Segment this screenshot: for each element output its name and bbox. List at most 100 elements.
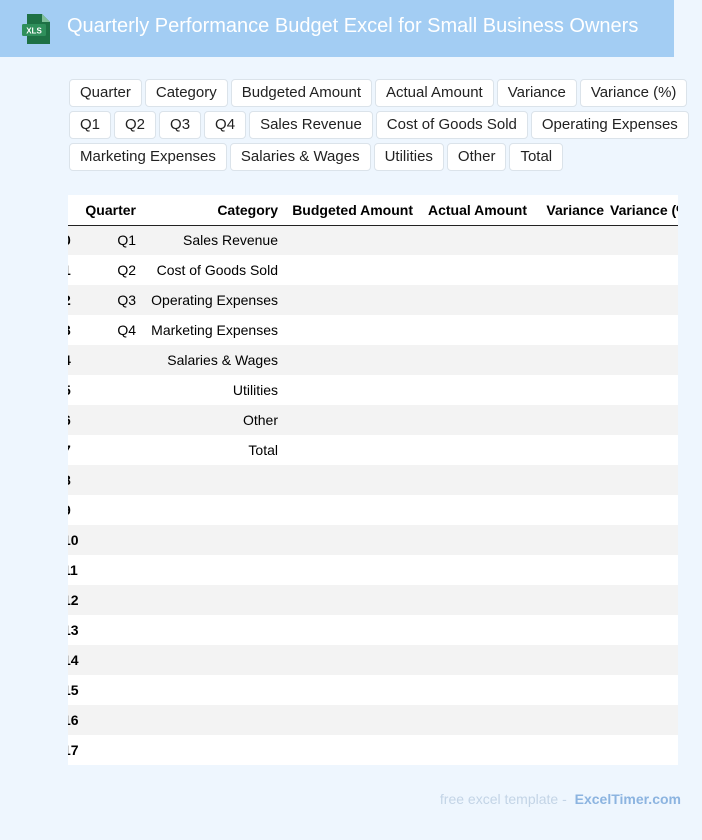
tag-q3[interactable]: Q3 <box>159 111 202 139</box>
table-cell <box>142 645 284 675</box>
tag-salaries-wages[interactable]: Salaries & Wages <box>229 143 371 171</box>
logo-text: XLS <box>26 27 42 36</box>
table-cell <box>610 495 678 525</box>
table-cell <box>80 345 142 375</box>
row-index: 10 <box>68 532 79 548</box>
table-row: 4 Salaries & Wages <box>68 345 678 375</box>
table-cell: Cost of Goods Sold <box>142 255 284 285</box>
table-cell <box>610 255 678 285</box>
table-row: 6 Other <box>68 405 678 435</box>
table-cell <box>419 315 533 345</box>
table-cell <box>284 255 419 285</box>
tag-other[interactable]: Other <box>446 143 507 171</box>
table-cell <box>610 645 678 675</box>
tag-budgeted-amount[interactable]: Budgeted Amount <box>230 79 372 107</box>
table-cell <box>284 615 419 645</box>
table-cell <box>610 705 678 735</box>
table-cell <box>142 465 284 495</box>
row-index: 17 <box>68 742 79 758</box>
table-cell <box>533 285 610 315</box>
table-cell: Total <box>142 435 284 465</box>
table-row: 15 <box>68 675 678 705</box>
table-cell <box>533 465 610 495</box>
row-index: 11 <box>68 562 78 578</box>
table-cell <box>533 405 610 435</box>
column-header-actual-amount: Actual Amount <box>419 195 533 226</box>
table-cell <box>533 345 610 375</box>
table-cell <box>142 735 284 765</box>
tag-marketing-expenses[interactable]: Marketing Expenses <box>69 143 227 171</box>
tag-cost-of-goods-sold[interactable]: Cost of Goods Sold <box>375 111 528 139</box>
table-header-row: Quarter Category Budgeted Amount Actual Amo… <box>68 195 678 226</box>
table-cell <box>533 225 610 255</box>
table-cell <box>419 435 533 465</box>
tag-utilities[interactable]: Utilities <box>373 143 444 171</box>
row-index: 1 <box>68 262 71 278</box>
table-cell <box>80 495 142 525</box>
table-cell <box>80 375 142 405</box>
table-cell <box>533 555 610 585</box>
row-index: 3 <box>68 322 71 338</box>
table-cell <box>610 225 678 255</box>
footer: free excel template - ExcelTimer.com <box>440 791 681 807</box>
table-cell <box>80 405 142 435</box>
table-cell <box>419 525 533 555</box>
table-cell <box>419 735 533 765</box>
table-row: 1 Q2Cost of Goods Sold <box>68 255 678 285</box>
table-cell <box>142 585 284 615</box>
tag-variance[interactable]: Variance <box>496 79 577 107</box>
table-cell <box>533 675 610 705</box>
table-cell: Q2 <box>80 255 142 285</box>
table-cell <box>610 315 678 345</box>
spreadsheet-preview: Quarter Category Budgeted Amount Actual Amo… <box>68 195 678 765</box>
row-index-cell: 2 <box>68 285 80 315</box>
tag-variance[interactable]: Variance (%) <box>579 79 688 107</box>
row-index: 8 <box>68 472 71 488</box>
header-bar: XLS Quarterly Performance Budget Excel f… <box>0 0 674 57</box>
table-cell <box>80 705 142 735</box>
row-index: 16 <box>68 712 79 728</box>
row-index-cell: 4 <box>68 345 80 375</box>
table-row: 2 Q3Operating Expenses <box>68 285 678 315</box>
row-index-cell: 11 <box>68 555 80 585</box>
page-title: Quarterly Performance Budget Excel for S… <box>67 15 639 37</box>
table-cell <box>80 675 142 705</box>
tag-list: Quarter Category Budgeted Amount Actual Amo… <box>69 79 689 171</box>
tag-operating-expenses[interactable]: Operating Expenses <box>530 111 689 139</box>
table-cell: Q3 <box>80 285 142 315</box>
table-cell <box>142 495 284 525</box>
table-cell: Utilities <box>142 375 284 405</box>
table-row: 9 <box>68 495 678 525</box>
row-index-cell: 12 <box>68 585 80 615</box>
table-row: 8 <box>68 465 678 495</box>
tag-quarter[interactable]: Quarter <box>69 79 142 107</box>
row-index-cell: 17 <box>68 735 80 765</box>
table-cell: Marketing Expenses <box>142 315 284 345</box>
table-cell <box>80 735 142 765</box>
tag-q1[interactable]: Q1 <box>69 111 112 139</box>
table-cell: Other <box>142 405 284 435</box>
table-cell <box>419 285 533 315</box>
table-row: 11 <box>68 555 678 585</box>
tag-category[interactable]: Category <box>144 79 228 107</box>
tag-q4[interactable]: Q4 <box>204 111 247 139</box>
tag-q2[interactable]: Q2 <box>114 111 157 139</box>
row-index: 15 <box>68 682 79 698</box>
table-cell <box>419 465 533 495</box>
row-index-cell: 10 <box>68 525 80 555</box>
table-cell <box>610 735 678 765</box>
table-cell: Sales Revenue <box>142 225 284 255</box>
table-cell <box>419 375 533 405</box>
tag-sales-revenue[interactable]: Sales Revenue <box>249 111 373 139</box>
table-row: 13 <box>68 615 678 645</box>
table-cell <box>610 615 678 645</box>
table-cell <box>533 495 610 525</box>
tag-total[interactable]: Total <box>509 143 564 171</box>
table-cell <box>533 645 610 675</box>
footer-brand-link[interactable]: ExcelTimer.com <box>575 791 681 807</box>
row-index-cell: 5 <box>68 375 80 405</box>
table-cell <box>533 735 610 765</box>
tag-actual-amount[interactable]: Actual Amount <box>375 79 494 107</box>
table-cell <box>80 585 142 615</box>
column-header-index <box>68 195 80 226</box>
